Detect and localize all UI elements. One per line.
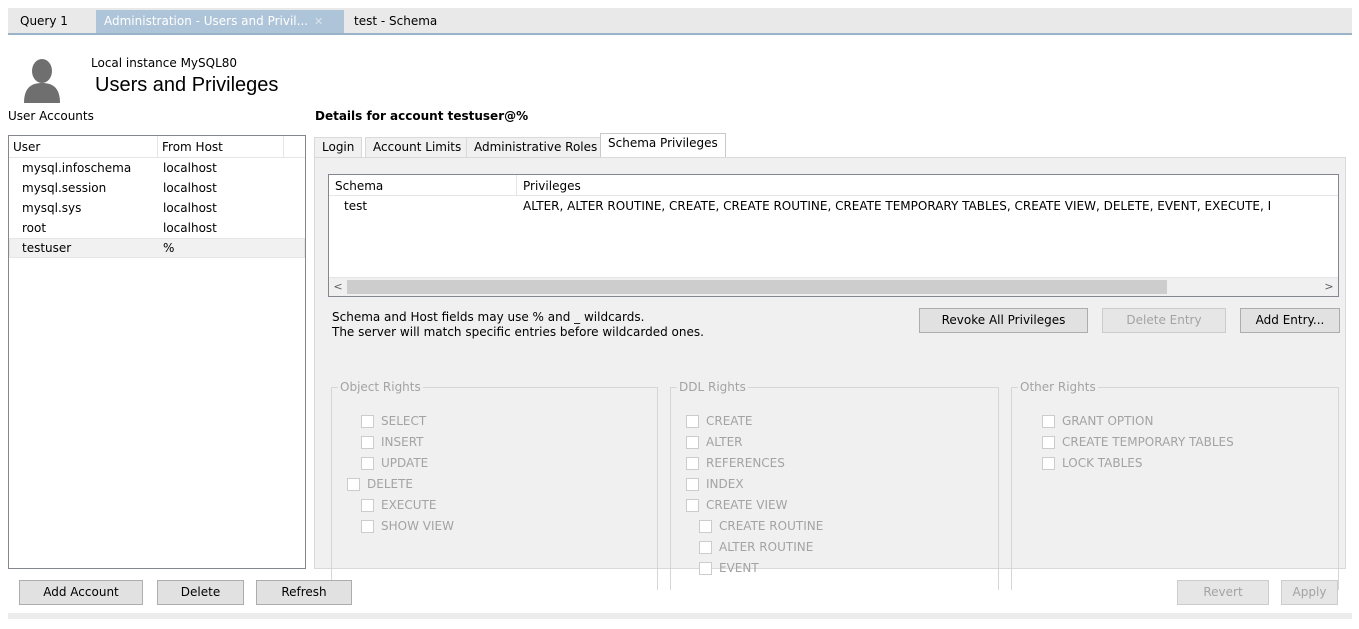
tab-label: test - Schema — [354, 14, 438, 28]
other-rights-group: Other Rights GRANT OPTION CREATE TEMPORA… — [1011, 380, 1339, 590]
tab-administrative-roles[interactable]: Administrative Roles — [466, 137, 606, 157]
other-rights-legend: Other Rights — [1020, 380, 1096, 394]
user-avatar-icon — [24, 59, 60, 103]
tab-query-1[interactable]: Query 1 — [12, 10, 76, 33]
help-line-1: Schema and Host fields may use % and _ w… — [332, 310, 645, 324]
delete-entry-button[interactable]: Delete Entry — [1102, 308, 1226, 333]
user-host: localhost — [163, 181, 217, 195]
instance-name: Local instance MySQL80 — [91, 56, 238, 70]
tab-label: Query 1 — [20, 14, 68, 28]
list-item[interactable]: mysql.session localhost — [9, 178, 305, 198]
user-host: localhost — [163, 161, 217, 175]
workbench-window: Query 1 Administration - Users and Privi… — [0, 0, 1359, 629]
schema-name: test — [344, 199, 368, 213]
table-row[interactable]: test ALTER, ALTER ROUTINE, CREATE, CREAT… — [329, 196, 1338, 216]
user-name: mysql.sys — [22, 201, 82, 215]
scroll-right-icon[interactable]: > — [1321, 279, 1337, 295]
list-item[interactable]: mysql.sys localhost — [9, 198, 305, 218]
tab-account-limits[interactable]: Account Limits — [365, 137, 470, 157]
list-header: User From Host — [9, 136, 305, 158]
list-item[interactable]: mysql.infoschema localhost — [9, 158, 305, 178]
user-host: % — [163, 241, 175, 255]
revert-button[interactable]: Revert — [1177, 580, 1269, 605]
apply-button[interactable]: Apply — [1281, 580, 1338, 605]
user-name: testuser — [22, 241, 72, 255]
user-name: root — [22, 221, 47, 235]
add-account-button[interactable]: Add Account — [19, 580, 143, 605]
ddl-rights-legend: DDL Rights — [679, 380, 746, 394]
column-header-privileges[interactable]: Privileges — [523, 179, 581, 193]
column-header-user[interactable]: User — [13, 140, 40, 154]
tab-schema-privileges[interactable]: Schema Privileges — [600, 133, 726, 158]
schema-privileges-pane: Schema Privileges test ALTER, ALTER ROUT… — [314, 157, 1346, 590]
column-header-schema[interactable]: Schema — [335, 179, 383, 193]
horizontal-scrollbar[interactable]: < > — [329, 277, 1338, 296]
object-rights-legend: Object Rights — [340, 380, 421, 394]
user-name: mysql.infoschema — [22, 161, 132, 175]
user-accounts-label: User Accounts — [8, 109, 94, 123]
help-line-2: The server will match specific entries b… — [332, 325, 704, 339]
object-rights-group: Object Rights SELECT INSERT UPDATE DELET… — [331, 380, 658, 590]
scrollbar-thumb[interactable] — [347, 280, 1167, 294]
schema-privileges: ALTER, ALTER ROUTINE, CREATE, CREATE ROU… — [523, 199, 1272, 213]
users-privileges-panel: Local instance MySQL80 Users and Privile… — [8, 37, 1352, 619]
ddl-rights-group: DDL Rights CREATE ALTER REFERENCES INDEX… — [670, 380, 999, 590]
tab-test-schema[interactable]: test - Schema — [346, 10, 445, 33]
user-host: localhost — [163, 221, 217, 235]
tab-administration[interactable]: Administration - Users and Privil... ✕ — [96, 10, 344, 33]
user-host: localhost — [163, 201, 217, 215]
list-item[interactable]: root localhost — [9, 218, 305, 238]
refresh-button[interactable]: Refresh — [256, 580, 352, 605]
user-name: mysql.session — [22, 181, 107, 195]
add-entry-button[interactable]: Add Entry... — [1240, 308, 1340, 333]
revoke-all-privileges-button[interactable]: Revoke All Privileges — [919, 308, 1088, 333]
delete-account-button[interactable]: Delete — [157, 580, 244, 605]
page-title: Users and Privileges — [95, 74, 279, 96]
table-header: Schema Privileges — [329, 175, 1338, 196]
tab-label: Administration - Users and Privil... — [104, 14, 309, 28]
column-header-from-host[interactable]: From Host — [162, 140, 223, 154]
document-tab-bar: Query 1 Administration - Users and Privi… — [8, 8, 1352, 35]
wildcard-help: Schema and Host fields may use % and _ w… — [332, 310, 704, 340]
user-accounts-list[interactable]: User From Host mysql.infoschema localhos… — [8, 135, 306, 569]
tab-login[interactable]: Login — [314, 137, 363, 157]
list-item-selected[interactable]: testuser % — [9, 238, 305, 258]
close-icon[interactable]: ✕ — [314, 15, 323, 28]
scroll-left-icon[interactable]: < — [330, 279, 346, 295]
details-heading: Details for account testuser@% — [315, 109, 529, 123]
schema-privileges-table[interactable]: Schema Privileges test ALTER, ALTER ROUT… — [328, 174, 1339, 297]
